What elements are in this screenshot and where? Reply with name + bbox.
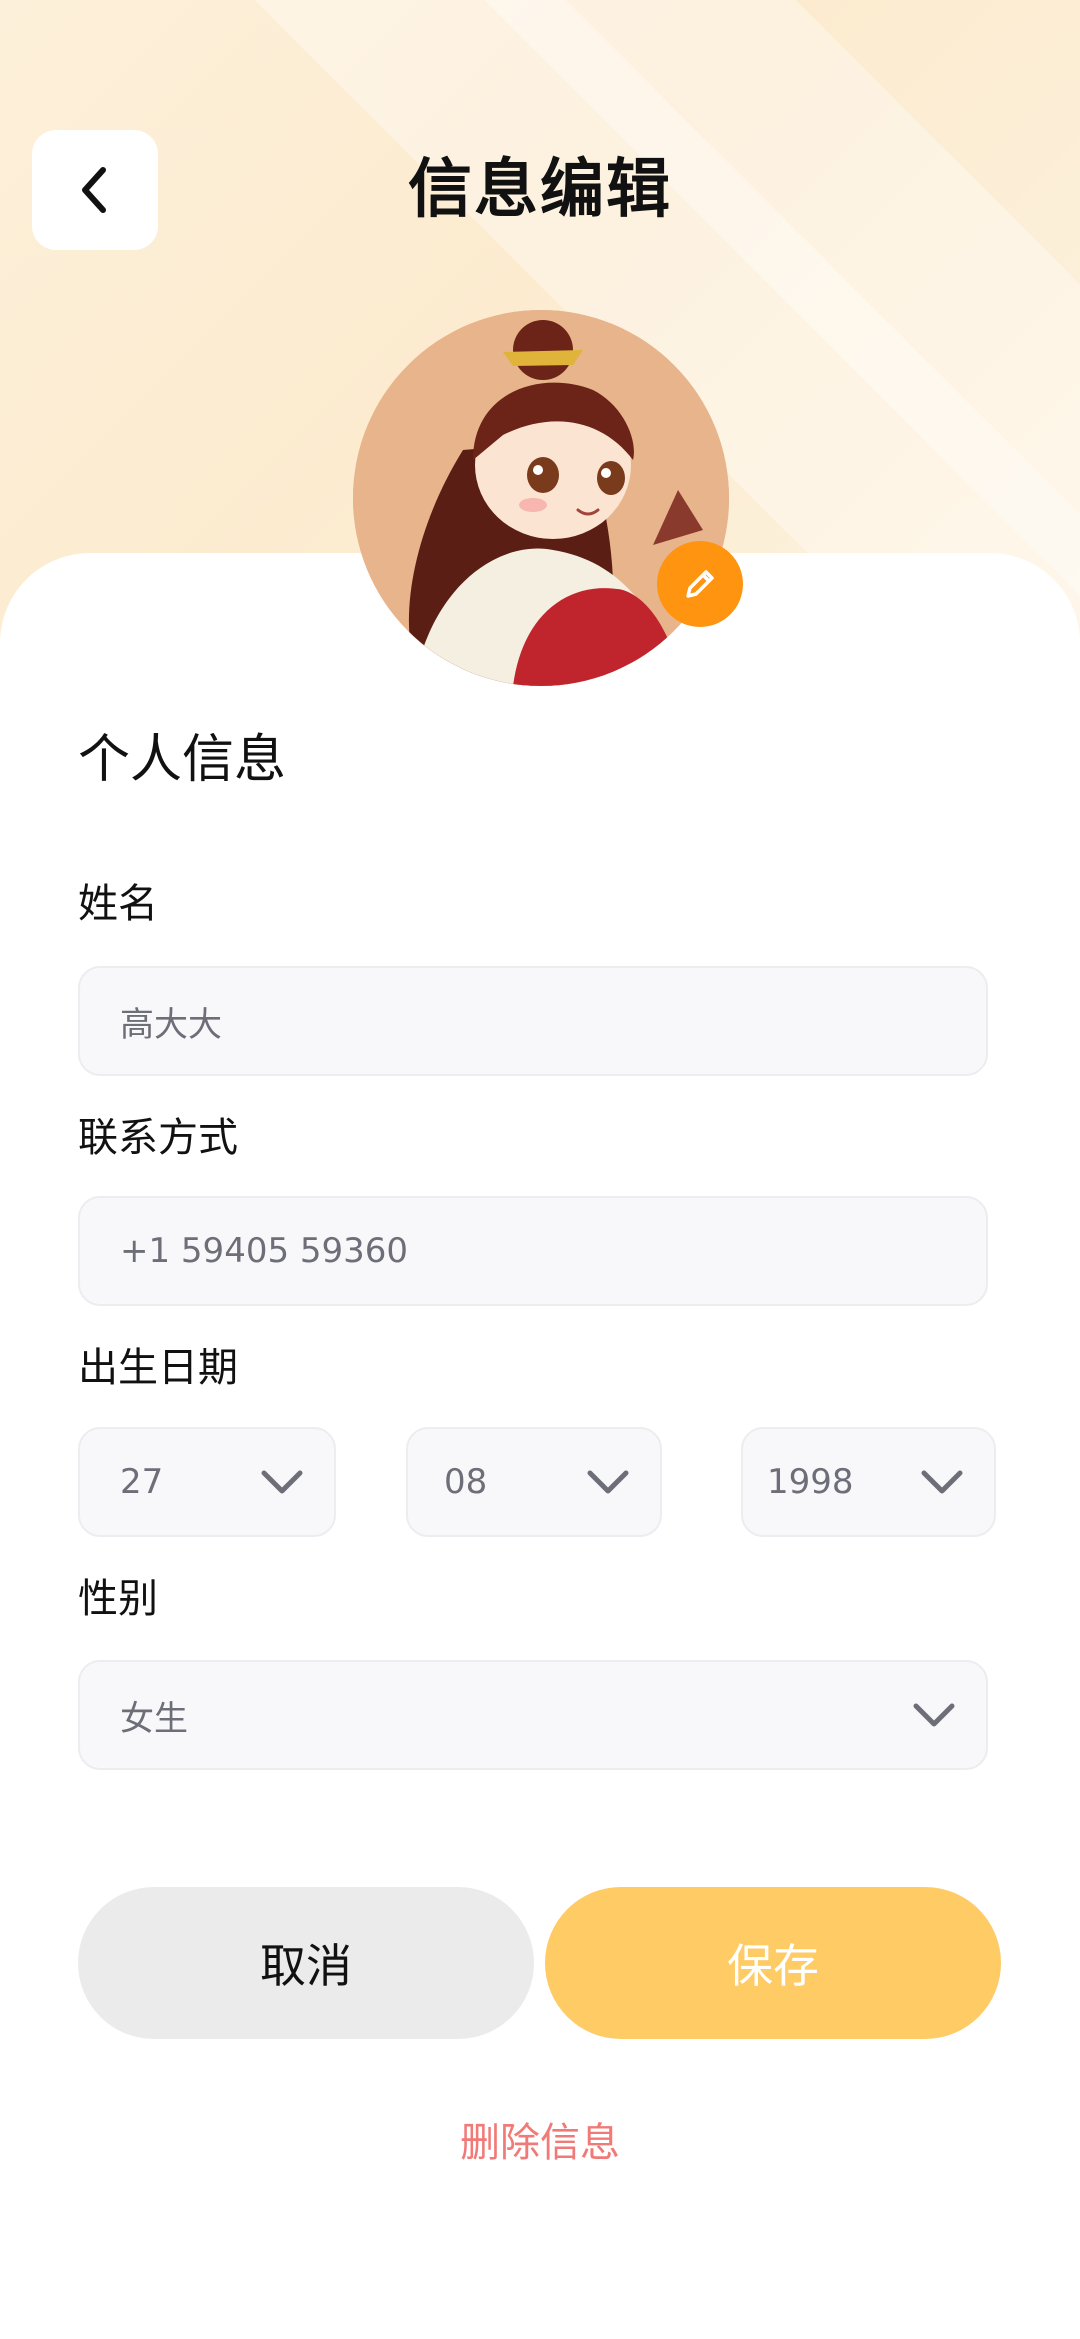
chevron-down-icon: [920, 1469, 964, 1495]
gender-select[interactable]: 女生: [78, 1660, 988, 1770]
contact-value: +1 59405 59360: [120, 1231, 409, 1271]
section-title: 个人信息: [78, 730, 287, 790]
save-button[interactable]: 保存: [545, 1887, 1001, 2039]
birthday-day-value: 27: [120, 1462, 164, 1502]
delete-info-link[interactable]: 删除信息: [0, 2110, 1080, 2168]
cancel-button[interactable]: 取消: [78, 1887, 534, 2039]
birthday-month-select[interactable]: 08: [406, 1427, 662, 1537]
cancel-label: 取消: [260, 1939, 352, 1993]
chevron-down-icon: [912, 1702, 956, 1728]
page-title: 信息编辑: [408, 153, 672, 227]
contact-label: 联系方式: [78, 1115, 238, 1161]
contact-field[interactable]: +1 59405 59360: [78, 1196, 988, 1306]
birthday-day-select[interactable]: 27: [78, 1427, 336, 1537]
avatar[interactable]: [353, 310, 729, 686]
name-field[interactable]: 高大大: [78, 966, 988, 1076]
chevron-down-icon: [586, 1469, 630, 1495]
edit-avatar-button[interactable]: [657, 541, 743, 627]
gender-value: 女生: [120, 1698, 188, 1739]
birthday-month-value: 08: [444, 1462, 488, 1502]
name-label: 姓名: [78, 881, 158, 927]
birthday-label: 出生日期: [78, 1345, 238, 1391]
name-value: 高大大: [120, 1004, 222, 1045]
pencil-icon: [678, 562, 722, 606]
birthday-year-select[interactable]: 1998: [741, 1427, 996, 1537]
chevron-down-icon: [260, 1469, 304, 1495]
birthday-year-value: 1998: [767, 1462, 854, 1502]
save-label: 保存: [727, 1939, 819, 1993]
gender-label: 性别: [78, 1576, 158, 1622]
